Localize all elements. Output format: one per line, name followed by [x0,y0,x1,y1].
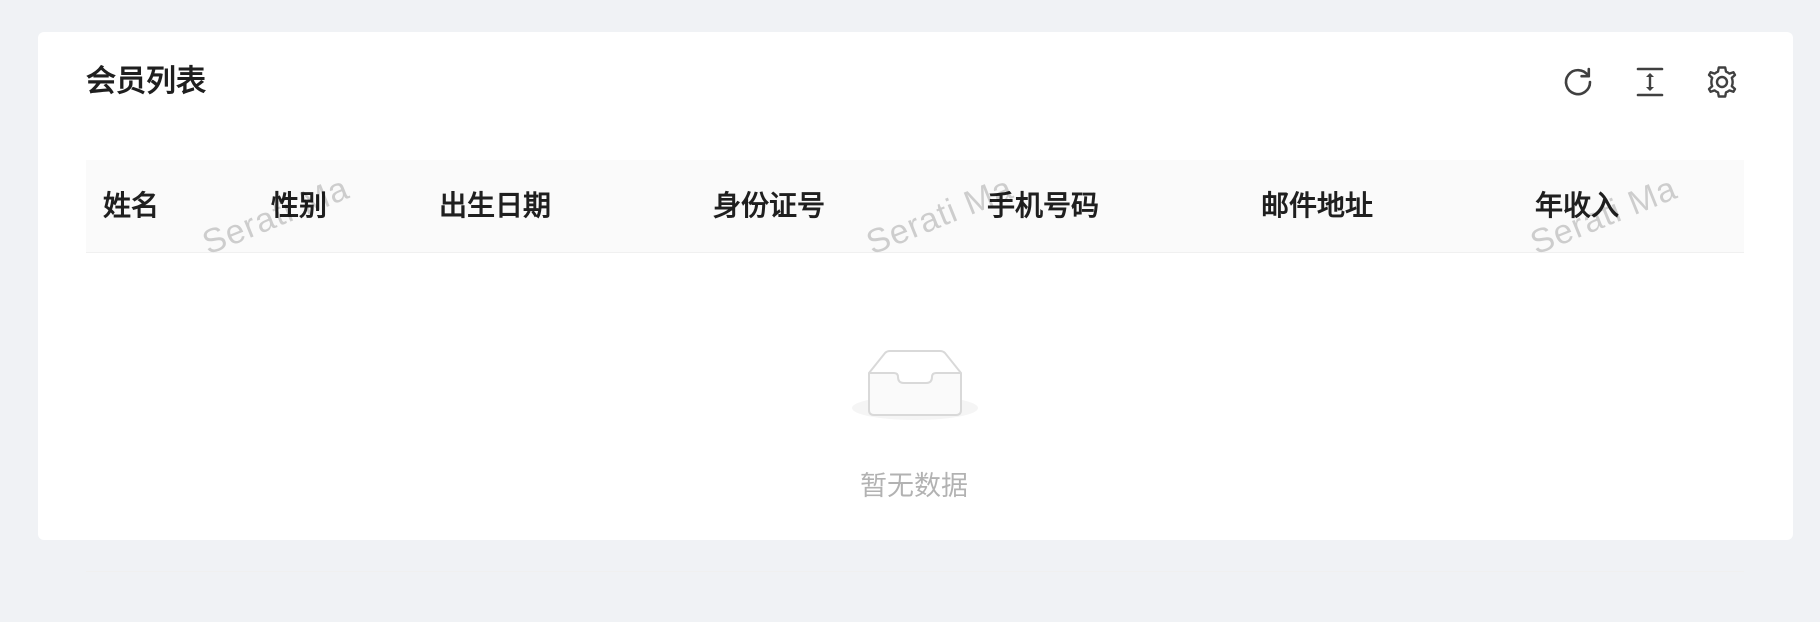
member-table: 姓名 性别 出生日期 身份证号 手机号码 邮件地址 年收入 暂无数据 [86,160,1744,572]
column-header-name[interactable]: 姓名 [103,160,159,252]
reload-icon [1561,65,1595,99]
empty-state: 暂无数据 [86,252,1744,572]
table-toolbar [1528,60,1744,104]
empty-inbox-icon [851,341,979,425]
table-header: 姓名 性别 出生日期 身份证号 手机号码 邮件地址 年收入 [86,160,1744,253]
column-header-gender[interactable]: 性别 [271,160,327,252]
empty-text: 暂无数据 [860,471,968,502]
column-header-birthdate[interactable]: 出生日期 [439,160,551,252]
density-button[interactable] [1628,60,1672,104]
page-title: 会员列表 [86,64,206,99]
member-list-card: 会员列表 姓名 性别 出生日期 身份证号 手机号码 邮件地址 年收入 暂无数据 [38,32,1793,572]
column-header-email[interactable]: 邮件地址 [1261,160,1373,252]
settings-button[interactable] [1700,60,1744,104]
column-header-phone[interactable]: 手机号码 [987,160,1099,252]
column-header-id-number[interactable]: 身份证号 [713,160,825,252]
column-height-icon [1633,65,1667,99]
table-bottom-divider [86,571,1744,572]
gear-icon [1704,64,1740,100]
column-header-annual-income[interactable]: 年收入 [1535,160,1619,252]
reload-button[interactable] [1556,60,1600,104]
card-header: 会员列表 [86,32,1744,128]
